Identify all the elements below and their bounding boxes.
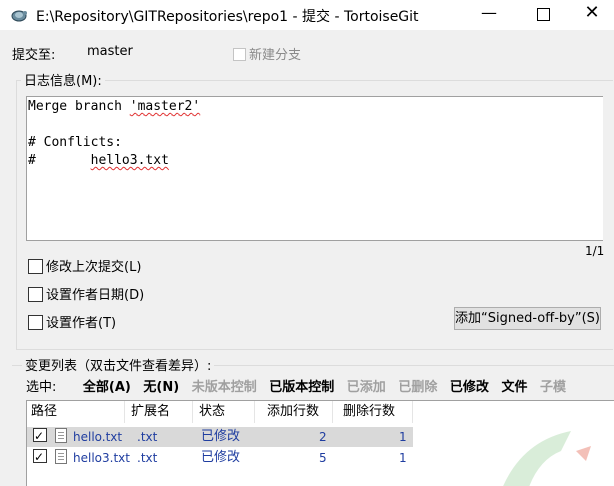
- filter-submodules[interactable]: 子模: [540, 380, 566, 395]
- maximize-icon: [537, 8, 550, 21]
- table-row[interactable]: hello.txt .txt 已修改 2 1: [27, 427, 413, 447]
- title-bar: E:\Repository\GITRepositories\repo1 - 提交…: [0, 0, 614, 30]
- column-header-deleted-lines[interactable]: 删除行数: [339, 401, 413, 423]
- commit-to-label: 提交至:: [12, 48, 56, 63]
- column-header-extension[interactable]: 扩展名: [127, 401, 193, 423]
- new-branch-checkbox[interactable]: 新建分支: [233, 44, 301, 63]
- changes-table[interactable]: 路径 扩展名 状态 添加行数 删除行数 hello.txt .txt 已修改 2…: [26, 400, 614, 486]
- select-filter-bar: 选中: 全部(A) 无(N) 未版本控制 已版本控制 已添加 已删除 已修改 文…: [26, 376, 574, 395]
- deleted-lines: 1: [399, 430, 407, 444]
- file-status: 已修改: [201, 450, 241, 465]
- log-line: # hello3.txt: [28, 153, 169, 168]
- table-row[interactable]: hello3.txt .txt 已修改 5 1: [27, 448, 413, 468]
- branch-name: master: [87, 44, 133, 59]
- tortoisegit-app-icon: [11, 10, 27, 22]
- file-icon: [55, 427, 67, 447]
- window-title: E:\Repository\GITRepositories\repo1 - 提交…: [36, 9, 419, 25]
- column-header-path[interactable]: 路径: [27, 401, 125, 423]
- log-message-label: 日志信息(M):: [21, 70, 105, 89]
- file-extension: .txt: [137, 430, 158, 444]
- log-line: Merge branch 'master2': [28, 99, 201, 114]
- changes-list-label: 变更列表（双击文件查看差异）:: [22, 355, 215, 374]
- set-author-date-checkbox[interactable]: 设置作者日期(D): [28, 284, 144, 303]
- maximize-button[interactable]: [520, 3, 566, 27]
- checkbox-checked-icon: [33, 428, 47, 442]
- file-path: hello.txt: [73, 430, 123, 444]
- column-header-added-lines[interactable]: 添加行数: [263, 401, 333, 423]
- set-author-checkbox[interactable]: 设置作者(T): [28, 312, 116, 331]
- checkbox-icon: [28, 259, 43, 274]
- message-counter: 1/1: [585, 244, 605, 258]
- close-button[interactable]: ✕: [570, 2, 614, 26]
- column-header-status[interactable]: 状态: [195, 401, 255, 423]
- amend-checkbox[interactable]: 修改上次提交(L): [28, 256, 141, 275]
- row-checkbox[interactable]: [33, 427, 50, 447]
- add-signed-off-by-button[interactable]: 添加“Signed-off-by”(S): [454, 307, 601, 330]
- row-checkbox[interactable]: [33, 448, 50, 468]
- checkbox-checked-icon: [33, 449, 47, 463]
- select-label: 选中:: [26, 380, 57, 395]
- file-status: 已修改: [201, 429, 241, 444]
- added-lines: 5: [319, 451, 327, 465]
- filter-versioned[interactable]: 已版本控制: [269, 380, 334, 395]
- minimize-button[interactable]: —: [466, 3, 512, 27]
- watermark-arrow-icon: [503, 431, 591, 486]
- filter-files[interactable]: 文件: [501, 380, 527, 395]
- log-line: # Conflicts:: [28, 135, 122, 150]
- checkbox-icon: [28, 287, 43, 302]
- file-icon: [55, 448, 67, 468]
- filter-unversioned[interactable]: 未版本控制: [192, 380, 257, 395]
- filter-none[interactable]: 无(N): [143, 380, 179, 395]
- filter-deleted[interactable]: 已删除: [398, 380, 437, 395]
- checkbox-icon: [28, 315, 43, 330]
- added-lines: 2: [319, 430, 327, 444]
- filter-all[interactable]: 全部(A): [83, 380, 131, 395]
- file-path: hello3.txt: [73, 451, 130, 465]
- log-message-editor[interactable]: Merge branch 'master2' # Conflicts: # he…: [26, 96, 603, 241]
- checkbox-icon: [233, 48, 246, 61]
- new-branch-label: 新建分支: [249, 48, 302, 63]
- filter-added[interactable]: 已添加: [347, 380, 386, 395]
- file-extension: .txt: [137, 451, 158, 465]
- deleted-lines: 1: [399, 451, 407, 465]
- filter-modified[interactable]: 已修改: [450, 380, 489, 395]
